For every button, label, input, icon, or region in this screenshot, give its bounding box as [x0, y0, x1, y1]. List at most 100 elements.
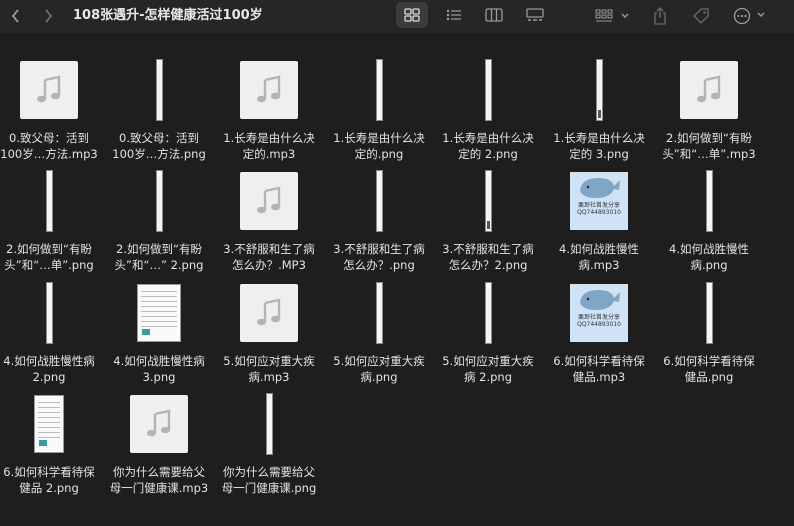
file-thumbnail	[324, 167, 434, 235]
file-item[interactable]: 1.长寿是由什么决 定的 2.png	[433, 56, 543, 169]
whale-artwork-icon: 栗渺社首发分享 QQ744893010	[570, 172, 628, 230]
audio-file-icon	[130, 395, 188, 453]
chevron-left-icon	[11, 9, 19, 23]
file-item[interactable]: 4.如何战胜慢性病 2.png	[0, 279, 104, 392]
file-thumbnail	[654, 279, 764, 347]
share-icon	[654, 7, 666, 25]
gallery-view-icon	[526, 8, 544, 21]
file-item[interactable]: 5.如何应对重大疾 病.png	[324, 279, 434, 392]
whale-text-2: QQ744893010	[577, 209, 621, 216]
file-item[interactable]: 1.长寿是由什么决 定的 3.png	[544, 56, 654, 169]
file-item[interactable]: 2.如何做到“有盼 头”和“…” 2.png	[104, 167, 214, 280]
image-file-icon	[484, 170, 492, 232]
file-thumbnail	[654, 56, 764, 124]
music-note-icon	[257, 75, 281, 103]
file-item[interactable]: 5.如何应对重大疾 病 2.png	[433, 279, 543, 392]
file-item[interactable]: 5.如何应对重大疾 病.mp3	[214, 279, 324, 392]
file-thumbnail	[433, 56, 543, 124]
audio-file-icon	[20, 61, 78, 119]
file-item[interactable]: 3.不舒服和生了病 怎么办？.MP3	[214, 167, 324, 280]
file-item[interactable]: 0.致父母：活到 100岁…方法.mp3	[0, 56, 104, 169]
file-item[interactable]: 6.如何科学看待保 健品.png	[654, 279, 764, 392]
file-item[interactable]: 3.不舒服和生了病 怎么办？.png	[324, 167, 434, 280]
back-button[interactable]	[6, 6, 26, 26]
tag-icon	[693, 8, 709, 24]
share-button[interactable]	[650, 5, 670, 27]
file-name: 你为什么需要给父 母一门健康课.png	[221, 465, 317, 495]
file-item[interactable]: 1.长寿是由什么决 定的.png	[324, 56, 434, 169]
file-name: 5.如何应对重大疾 病.png	[333, 354, 425, 384]
file-name: 5.如何应对重大疾 病 2.png	[442, 354, 534, 384]
icon-view-button[interactable]	[396, 2, 428, 28]
file-thumbnail: 栗渺社首发分享 QQ744893010	[544, 279, 654, 347]
image-file-icon	[375, 170, 383, 232]
file-name: 6.如何科学看待保 健品.mp3	[553, 354, 645, 384]
file-item[interactable]: 0.致父母：活到 100岁…方法.png	[104, 56, 214, 169]
file-thumbnail	[104, 279, 214, 347]
audio-file-icon	[240, 61, 298, 119]
forward-button[interactable]	[38, 6, 58, 26]
group-button[interactable]	[594, 6, 632, 26]
file-name: 0.致父母：活到 100岁…方法.mp3	[0, 131, 98, 161]
file-item[interactable]: 你为什么需要给父 母一门健康课.png	[214, 390, 324, 503]
file-item[interactable]: 4.如何战胜慢性病 3.png	[104, 279, 214, 392]
music-note-icon	[37, 75, 61, 103]
file-thumbnail	[214, 56, 324, 124]
file-item[interactable]: 2.如何做到“有盼 头”和“…单”.png	[0, 167, 104, 280]
whale-artwork-icon: 栗渺社首发分享 QQ744893010	[570, 284, 628, 342]
chevron-right-icon	[45, 9, 53, 23]
file-item[interactable]: 4.如何战胜慢性 病.png	[654, 167, 764, 280]
whale-text-1: 栗渺社首发分享	[577, 202, 620, 209]
image-file-icon	[484, 59, 492, 121]
file-item[interactable]: 2.如何做到“有盼 头”和“…单”.mp3	[654, 56, 764, 169]
file-thumbnail	[104, 56, 214, 124]
image-file-icon	[45, 282, 53, 344]
file-name: 2.如何做到“有盼 头”和“…单”.mp3	[662, 131, 756, 161]
file-item[interactable]: 栗渺社首发分享 QQ744893010 4.如何战胜慢性 病.mp3	[544, 167, 654, 280]
file-thumbnail	[324, 56, 434, 124]
more-button[interactable]	[732, 5, 770, 27]
tag-button[interactable]	[690, 5, 712, 27]
file-item[interactable]: 3.不舒服和生了病 怎么办？2.png	[433, 167, 543, 280]
file-name: 2.如何做到“有盼 头”和“…” 2.png	[114, 242, 204, 272]
finder-toolbar: 108张遇升-怎样健康活过100岁	[0, 0, 794, 35]
file-name: 4.如何战胜慢性 病.png	[669, 242, 749, 272]
file-item[interactable]: 1.长寿是由什么决 定的.mp3	[214, 56, 324, 169]
whale-icon	[580, 178, 620, 198]
file-name: 1.长寿是由什么决 定的.png	[333, 131, 425, 161]
file-grid: 0.致父母：活到 100岁…方法.mp3 0.致父母：活到 100岁…方法.png…	[0, 34, 794, 526]
image-file-icon	[155, 59, 163, 121]
document-file-icon	[137, 284, 181, 342]
file-thumbnail	[214, 279, 324, 347]
file-name: 你为什么需要给父 母一门健康课.mp3	[109, 465, 209, 495]
file-thumbnail: 栗渺社首发分享 QQ744893010	[544, 167, 654, 235]
file-name: 4.如何战胜慢性病 2.png	[3, 354, 95, 384]
document-file-icon	[34, 395, 64, 453]
audio-file-icon	[680, 61, 738, 119]
image-file-icon	[484, 282, 492, 344]
whale-text-2: QQ744893010	[577, 321, 621, 328]
file-item[interactable]: 栗渺社首发分享 QQ744893010 6.如何科学看待保 健品.mp3	[544, 279, 654, 392]
file-name: 3.不舒服和生了病 怎么办？.png	[333, 242, 425, 272]
file-thumbnail	[214, 167, 324, 235]
file-name: 1.长寿是由什么决 定的 2.png	[442, 131, 534, 161]
whale-icon	[580, 290, 620, 310]
file-thumbnail	[433, 167, 543, 235]
list-view-button[interactable]	[438, 2, 470, 28]
gallery-view-button[interactable]	[519, 2, 551, 28]
file-item[interactable]: 6.如何科学看待保 健品 2.png	[0, 390, 104, 503]
file-name: 1.长寿是由什么决 定的 3.png	[553, 131, 645, 161]
file-thumbnail	[544, 56, 654, 124]
column-view-button[interactable]	[478, 2, 510, 28]
music-note-icon	[257, 186, 281, 214]
image-file-icon	[705, 170, 713, 232]
file-name: 6.如何科学看待保 健品 2.png	[3, 465, 95, 495]
whale-text-1: 栗渺社首发分享	[577, 314, 620, 321]
image-file-icon	[155, 170, 163, 232]
file-thumbnail	[433, 279, 543, 347]
file-name: 3.不舒服和生了病 怎么办？2.png	[442, 242, 534, 272]
file-item[interactable]: 你为什么需要给父 母一门健康课.mp3	[104, 390, 214, 503]
group-icon	[595, 9, 629, 22]
file-thumbnail	[654, 167, 764, 235]
file-name: 4.如何战胜慢性 病.mp3	[559, 242, 639, 272]
